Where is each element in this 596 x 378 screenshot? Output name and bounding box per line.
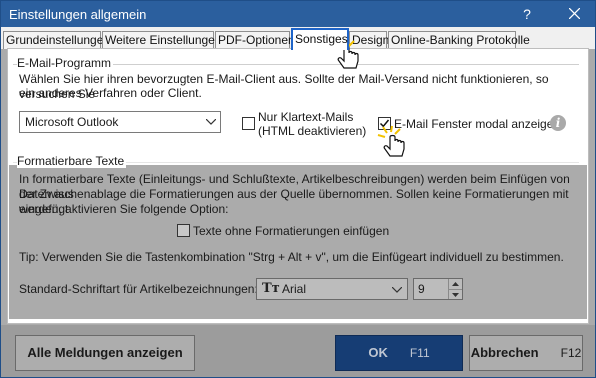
email-client-dropdown[interactable]: Microsoft Outlook <box>19 111 221 133</box>
title-bar[interactable]: Einstellungen allgemein ? <box>1 1 595 27</box>
format-description-line3: werden, aktivieren Sie folgende Option: <box>19 202 229 216</box>
ok-shortcut: F11 <box>409 346 430 360</box>
close-icon <box>568 7 580 20</box>
truetype-font-icon: Tт <box>262 281 280 296</box>
stepper-down-button[interactable] <box>448 289 462 299</box>
stepper-up-button[interactable] <box>448 279 462 289</box>
format-group-title: Formatierbare Texte <box>17 154 127 168</box>
email-group-title: E-Mail-Programm <box>17 56 114 70</box>
plaintext-label-line2: (HTML deaktivieren) <box>258 124 367 138</box>
font-dropdown[interactable]: Tт Arial <box>256 278 408 300</box>
chevron-down-icon <box>206 119 216 125</box>
tab-weitere-einstellungen[interactable]: Weitere Einstellungen <box>102 31 222 49</box>
font-label: Standard-Schriftart für Artikelbezeichnu… <box>19 282 258 296</box>
show-all-messages-button[interactable]: Alle Meldungen anzeigen <box>15 335 195 371</box>
no-format-label: Texte ohne Formatierungen einfügen <box>193 224 390 238</box>
tab-pdf-optionen[interactable]: PDF-Optionen <box>215 31 295 49</box>
settings-window: Einstellungen allgemein ? Grundeinstellu… <box>0 0 596 378</box>
tab-grundeinstellungen[interactable]: Grundeinstellungen <box>3 31 110 49</box>
tab-sonstiges[interactable]: Sonstiges <box>291 28 349 50</box>
ok-button[interactable]: OK F11 <box>335 335 463 371</box>
modal-window-label: E-Mail Fenster modal anzeigen <box>394 117 561 131</box>
email-description-line2: ein anderes Verfahren oder Client. <box>19 86 202 100</box>
help-button[interactable]: ? <box>517 4 537 24</box>
dialog-footer: Alle Meldungen anzeigen OK F11 Abbrechen F… <box>1 325 595 377</box>
close-button[interactable] <box>564 4 584 24</box>
window-title: Einstellungen allgemein <box>9 7 147 22</box>
tab-strip: Grundeinstellungen Weitere Einstellungen… <box>1 27 595 50</box>
tab-online-banking-protokolle[interactable]: Online-Banking Protokolle <box>388 31 530 49</box>
cancel-shortcut: F12 <box>560 346 582 360</box>
font-name-value: Arial <box>282 282 307 296</box>
chevron-up-icon <box>452 282 459 286</box>
tip-text: Tip: Verwenden Sie die Tastenkombination… <box>19 250 564 264</box>
show-all-messages-label: Alle Meldungen anzeigen <box>27 345 183 360</box>
hand-cursor-icon <box>377 125 405 157</box>
no-format-checkbox[interactable] <box>177 224 190 237</box>
font-size-stepper[interactable]: 9 <box>413 278 463 300</box>
email-client-value: Microsoft Outlook <box>25 115 119 129</box>
chevron-down-icon <box>392 287 402 293</box>
plaintext-label-line1: Nur Klartext-Mails <box>258 110 354 124</box>
chevron-down-icon <box>452 293 459 297</box>
ok-label: OK <box>368 345 388 360</box>
info-icon[interactable]: i <box>550 115 566 131</box>
font-size-value: 9 <box>418 282 425 296</box>
cancel-label: Abbrechen <box>470 345 539 360</box>
cancel-button[interactable]: Abbrechen F12 <box>469 335 583 371</box>
plaintext-checkbox[interactable] <box>242 117 255 130</box>
